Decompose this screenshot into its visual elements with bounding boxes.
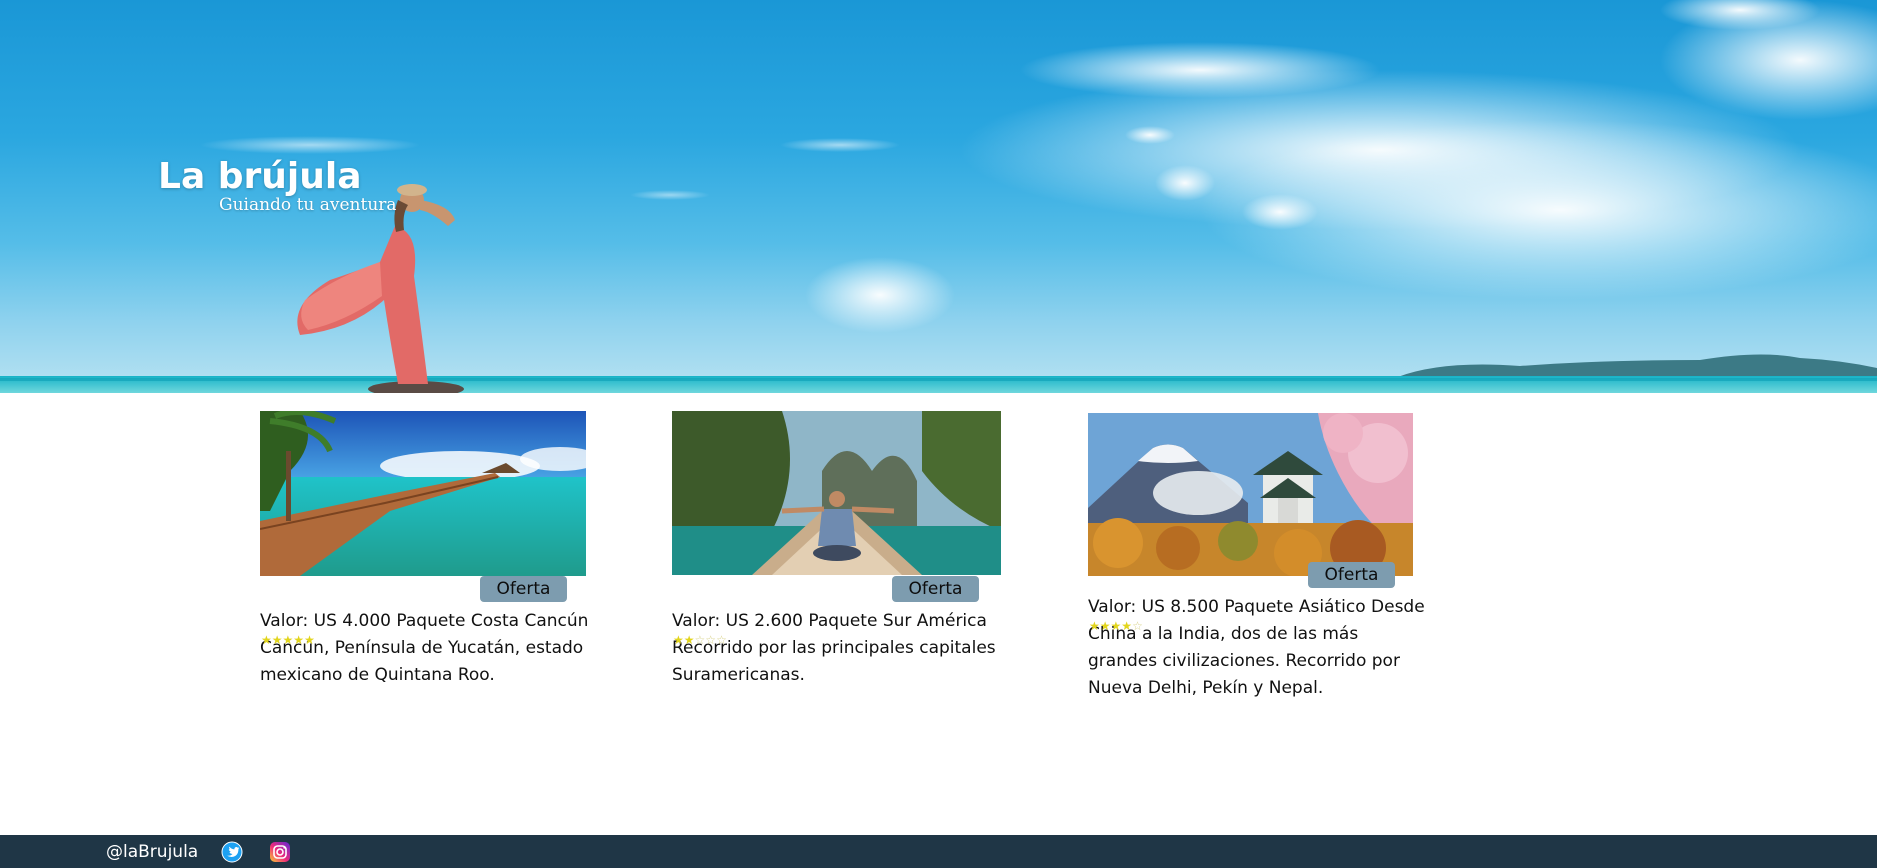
package-info-sur-america: Valor: US 2.600 Paquete Sur América Reco… xyxy=(672,608,1012,689)
social-handle[interactable]: @laBrujula xyxy=(106,842,198,862)
instagram-icon[interactable] xyxy=(269,841,291,863)
cancun-image[interactable] xyxy=(260,411,586,576)
package-info-asiatico: Valor: US 8.500 Paquete Asiático Desde C… xyxy=(1088,594,1428,702)
site-subtitle: Guiando tu aventura xyxy=(219,195,397,215)
footer: @laBrujula xyxy=(0,835,1877,868)
site-title: La brújula xyxy=(158,156,362,197)
offer-button-cancun[interactable]: Oferta xyxy=(480,576,567,602)
package-price: Valor: US 4.000 Paquete Costa Cancún xyxy=(260,611,589,631)
package-info-cancun: Valor: US 4.000 Paquete Costa Cancún Can… xyxy=(260,608,600,689)
offer-button-sur-america[interactable]: Oferta xyxy=(892,576,979,602)
sur-america-image[interactable] xyxy=(672,411,1001,575)
package-price: Valor: US 8.500 Paquete Asiático xyxy=(1088,597,1366,617)
package-description: Recorrido por las principales capitales … xyxy=(672,638,996,685)
offer-button-asiatico[interactable]: Oferta xyxy=(1308,562,1395,588)
hero-banner: La brújula Guiando tu aventura xyxy=(0,0,1877,393)
package-description: Cancún, Península de Yucatán, estado mex… xyxy=(260,638,584,685)
package-price: Valor: US 2.600 Paquete Sur América xyxy=(672,611,987,631)
twitter-icon[interactable] xyxy=(221,841,243,863)
asiatico-image[interactable] xyxy=(1088,413,1413,576)
